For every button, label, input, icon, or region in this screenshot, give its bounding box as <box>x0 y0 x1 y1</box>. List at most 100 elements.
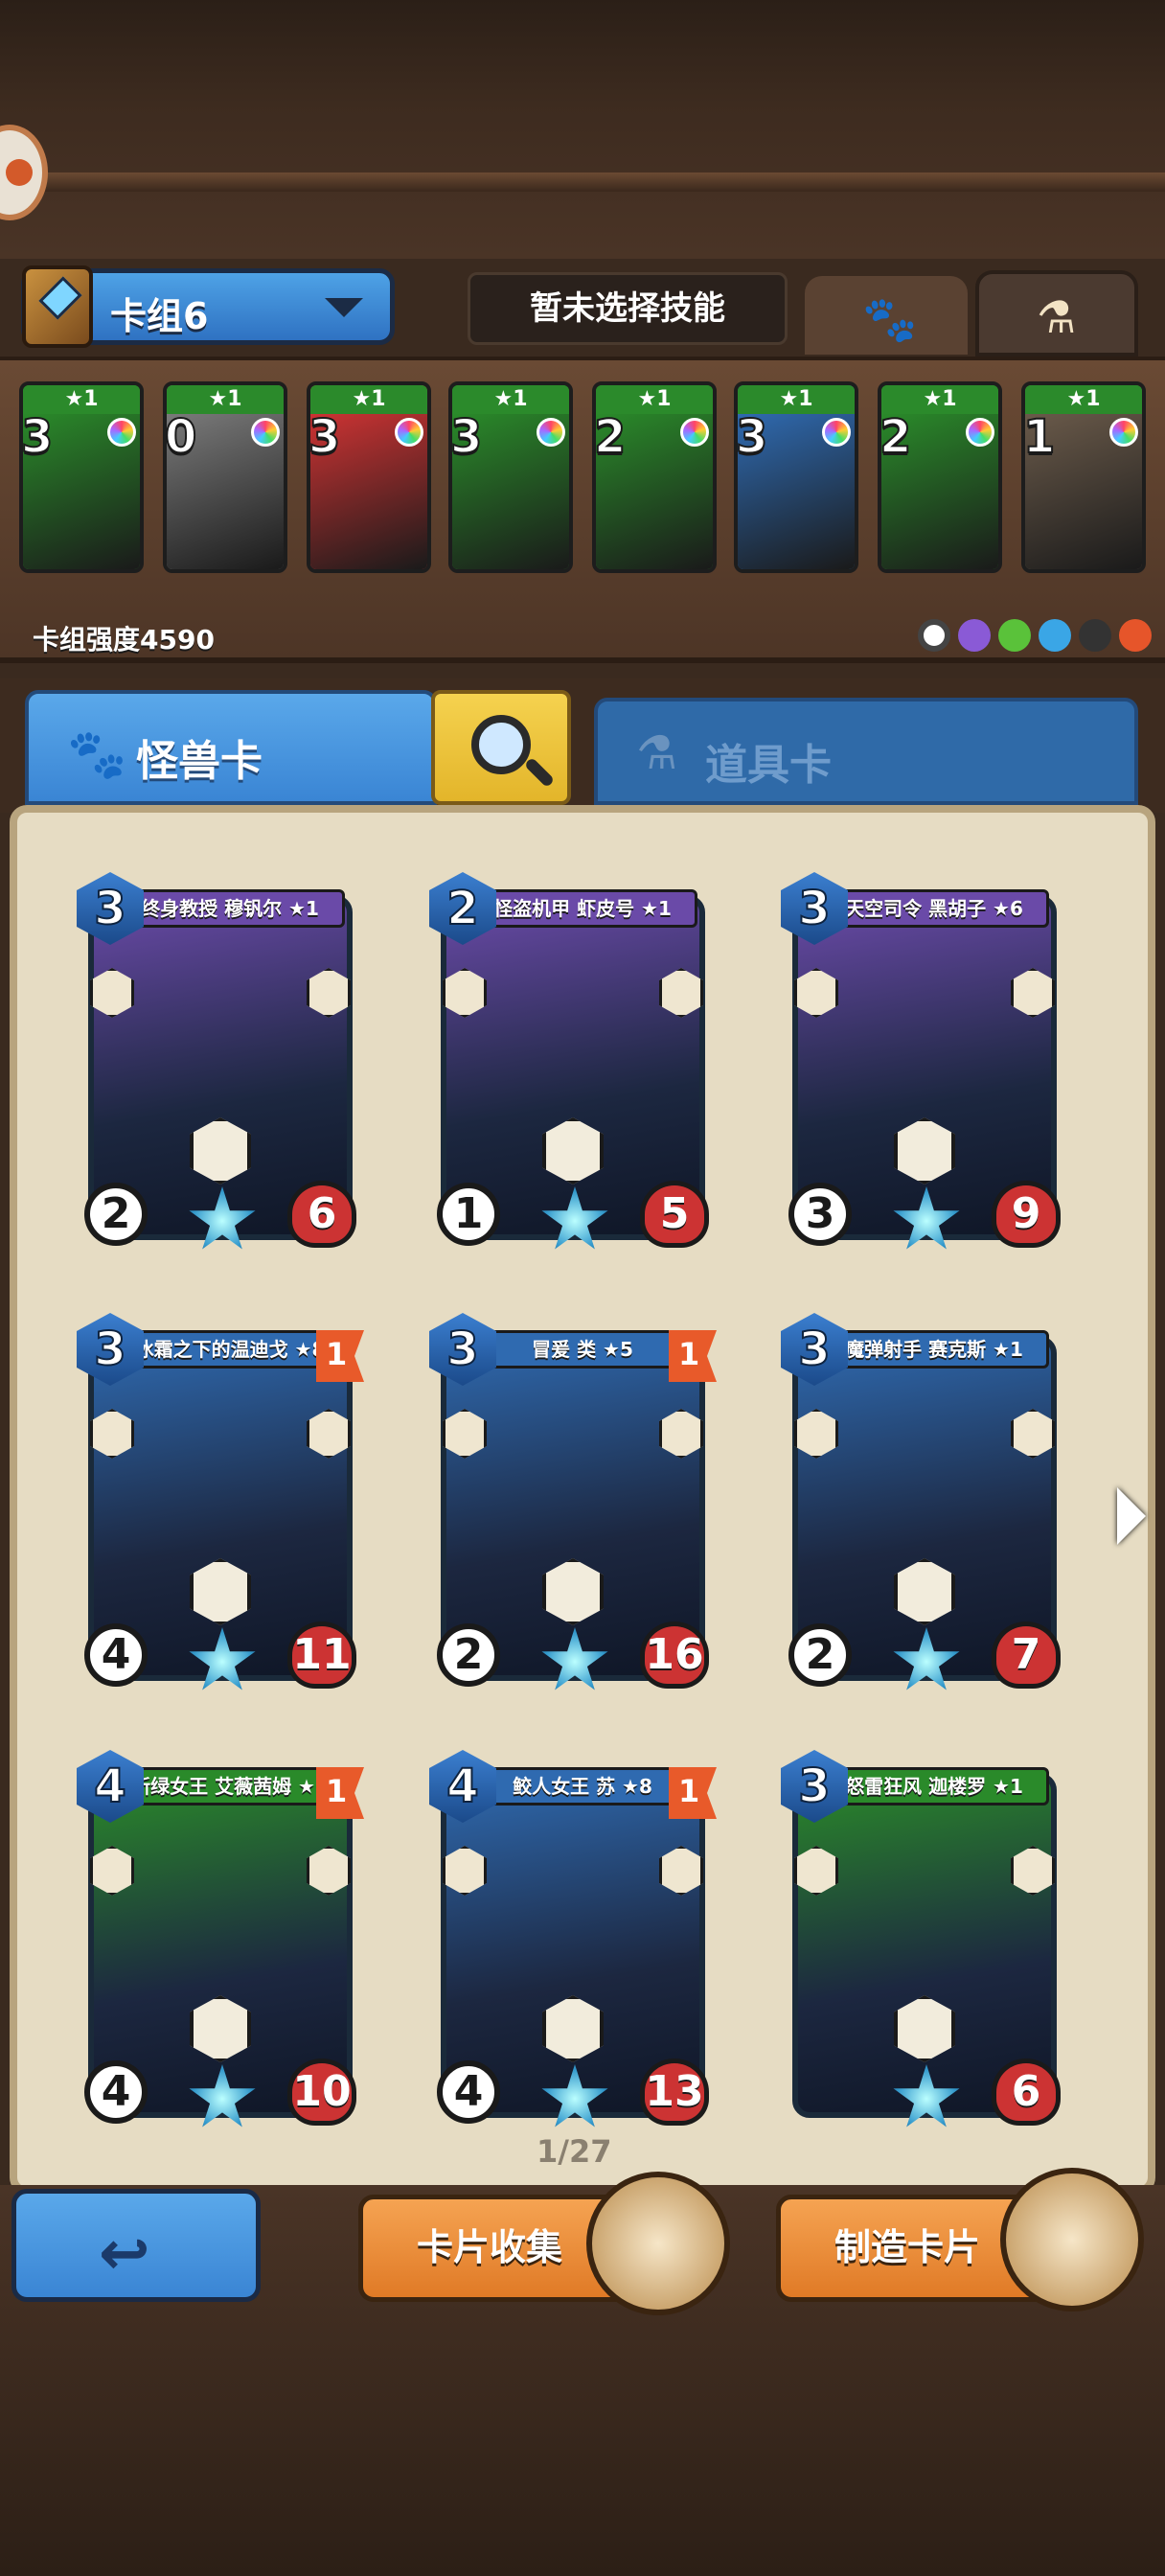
craft-card-label: 制造卡片 <box>834 2226 981 2268</box>
paw-icon: 🐾 <box>67 726 127 782</box>
element-filter-row <box>918 619 1152 652</box>
rarity-gem-icon <box>1109 418 1138 447</box>
card-flag-badge: 1 <box>316 1767 364 1819</box>
card-attack: 2 <box>437 1623 500 1687</box>
monster-card[interactable]: 怪盗机甲 虾皮号 ★1 2 5 1 <box>429 872 717 1255</box>
card-health: 5 <box>640 1181 709 1248</box>
deck-card-slot[interactable]: ★1 2 <box>878 381 1002 573</box>
card-health: 6 <box>992 2058 1061 2126</box>
potion-icon: ⚗ <box>636 726 678 780</box>
card-collection-label: 卡片收集 <box>417 2226 563 2268</box>
card-health: 13 <box>640 2058 709 2126</box>
rarity-gem-icon <box>251 418 280 447</box>
card-book-icon[interactable] <box>586 2172 730 2315</box>
potion-icon: ⚗ <box>1037 291 1077 343</box>
tab-monster-label: 怪兽卡 <box>136 737 263 786</box>
monster-card[interactable]: 鲛人女王 苏 ★8 4 13 4 1 <box>429 1750 717 2133</box>
skill-select-button[interactable]: 暂未选择技能 <box>468 272 788 345</box>
card-attack: 4 <box>84 2060 148 2124</box>
card-health: 9 <box>992 1181 1061 1248</box>
water-element-icon[interactable] <box>1039 619 1071 652</box>
deck-card-cost: 3 <box>21 409 54 465</box>
deck-card-cost: 2 <box>594 409 627 465</box>
back-button[interactable]: ↩ <box>11 2189 261 2302</box>
deck-book-icon <box>22 265 93 348</box>
rarity-gem-icon <box>395 418 423 447</box>
arcane-element-icon[interactable] <box>958 619 991 652</box>
card-name-banner: 怒雷狂风 迦楼罗 ★1 <box>819 1767 1049 1806</box>
nature-element-icon[interactable] <box>998 619 1031 652</box>
tab-item-cards[interactable]: ⚗ 道具卡 <box>594 698 1138 805</box>
deck-card-cost: 3 <box>308 409 341 465</box>
card-attack: 2 <box>84 1183 148 1246</box>
monster-card[interactable]: 怒雷狂风 迦楼罗 ★1 3 6 <box>781 1750 1068 2133</box>
category-tabs: 🐾 怪兽卡 ⚗ 道具卡 <box>0 678 1165 813</box>
deck-card-slot[interactable]: ★1 1 <box>1021 381 1146 573</box>
card-attack: 4 <box>437 2060 500 2124</box>
page-indicator: 1/27 <box>537 2133 612 2170</box>
card-name-banner: 怪盗机甲 虾皮号 ★1 <box>468 889 697 928</box>
paw-icon: 🐾 <box>862 293 918 345</box>
card-attack: 1 <box>437 1183 500 1246</box>
top-wood-background <box>0 0 1165 259</box>
search-icon <box>471 715 531 774</box>
deck-card-slot[interactable]: ★1 2 <box>592 381 717 573</box>
card-health: 10 <box>287 2058 356 2126</box>
deck-power-label: 卡组强度4590 <box>33 624 215 656</box>
card-flag-badge: 1 <box>669 1767 717 1819</box>
card-attack: 4 <box>84 1623 148 1687</box>
monster-card[interactable]: 天空司令 黑胡子 ★6 3 9 3 <box>781 872 1068 1255</box>
next-page-arrow-icon[interactable] <box>1117 1487 1146 1545</box>
card-name-banner: 终身教授 穆钒尔 ★1 <box>115 889 345 928</box>
rarity-gem-icon <box>680 418 709 447</box>
deck-card-slot[interactable]: ★1 0 <box>163 381 287 573</box>
monster-card[interactable]: 魔弹射手 赛克斯 ★1 3 7 2 <box>781 1313 1068 1696</box>
monster-card[interactable]: 冒爰 类 ★5 3 16 2 1 <box>429 1313 717 1696</box>
rarity-gem-icon <box>537 418 565 447</box>
monster-card[interactable]: 终身教授 穆钒尔 ★1 3 6 2 <box>77 872 364 1255</box>
card-name-banner: 天空司令 黑胡子 ★6 <box>819 889 1049 928</box>
card-health: 11 <box>287 1622 356 1689</box>
search-button[interactable] <box>431 690 571 805</box>
dark-element-icon[interactable] <box>1079 619 1111 652</box>
back-arrow-icon: ↩ <box>99 2219 150 2289</box>
card-name-banner: 新绿女王 艾薇茜姆 ★8 <box>115 1767 345 1806</box>
card-health: 16 <box>640 1622 709 1689</box>
search-handle <box>523 756 556 789</box>
card-flag-badge: 1 <box>316 1330 364 1382</box>
tab-monster-filter[interactable]: 🐾 <box>805 276 968 355</box>
deck-card-strip: ★1 3 ★1 0 ★1 3 ★1 3 ★1 2 ★1 3 ★1 2 ★1 1 卡组强度4590 <box>0 356 1165 663</box>
rarity-gem-icon <box>966 418 994 447</box>
deck-card-cost: 3 <box>736 409 768 465</box>
monster-card[interactable]: 冰霜之下的温迪戈 ★8 3 11 4 1 <box>77 1313 364 1696</box>
card-name-banner: 冰霜之下的温迪戈 ★8 <box>115 1330 345 1368</box>
rarity-gem-icon <box>107 418 136 447</box>
deck-name: 卡组6 <box>110 295 209 337</box>
deck-card-slot[interactable]: ★1 3 <box>307 381 431 573</box>
card-health: 7 <box>992 1622 1061 1689</box>
tab-item-label: 道具卡 <box>705 741 832 790</box>
card-attack: 3 <box>788 1183 852 1246</box>
monster-card[interactable]: 新绿女王 艾薇茜姆 ★8 4 10 4 1 <box>77 1750 364 2133</box>
deck-card-cost: 1 <box>1023 409 1056 465</box>
chevron-down-icon <box>325 298 363 317</box>
card-name-banner: 鲛人女王 苏 ★8 <box>468 1767 697 1806</box>
deck-selector-dropdown[interactable]: 卡组6 <box>21 265 395 348</box>
card-name-banner: 冒爰 类 ★5 <box>468 1330 697 1368</box>
fire-element-icon[interactable] <box>1119 619 1152 652</box>
deck-card-cost: 0 <box>165 409 197 465</box>
deck-card-slot[interactable]: ★1 3 <box>19 381 144 573</box>
neutral-element-icon[interactable] <box>918 619 950 652</box>
deck-card-cost: 3 <box>450 409 483 465</box>
paw-jar-icon[interactable] <box>1000 2168 1144 2312</box>
tab-potion-filter[interactable]: ⚗ <box>975 270 1138 356</box>
card-flag-badge: 1 <box>669 1330 717 1382</box>
card-attack: 2 <box>788 1623 852 1687</box>
card-health: 6 <box>287 1181 356 1248</box>
rarity-gem-icon <box>822 418 851 447</box>
deck-card-slot[interactable]: ★1 3 <box>448 381 573 573</box>
deck-card-cost: 2 <box>879 409 912 465</box>
tab-monster-cards[interactable]: 🐾 怪兽卡 <box>25 690 437 805</box>
card-name-banner: 魔弹射手 赛克斯 ★1 <box>819 1330 1049 1368</box>
deck-card-slot[interactable]: ★1 3 <box>734 381 858 573</box>
